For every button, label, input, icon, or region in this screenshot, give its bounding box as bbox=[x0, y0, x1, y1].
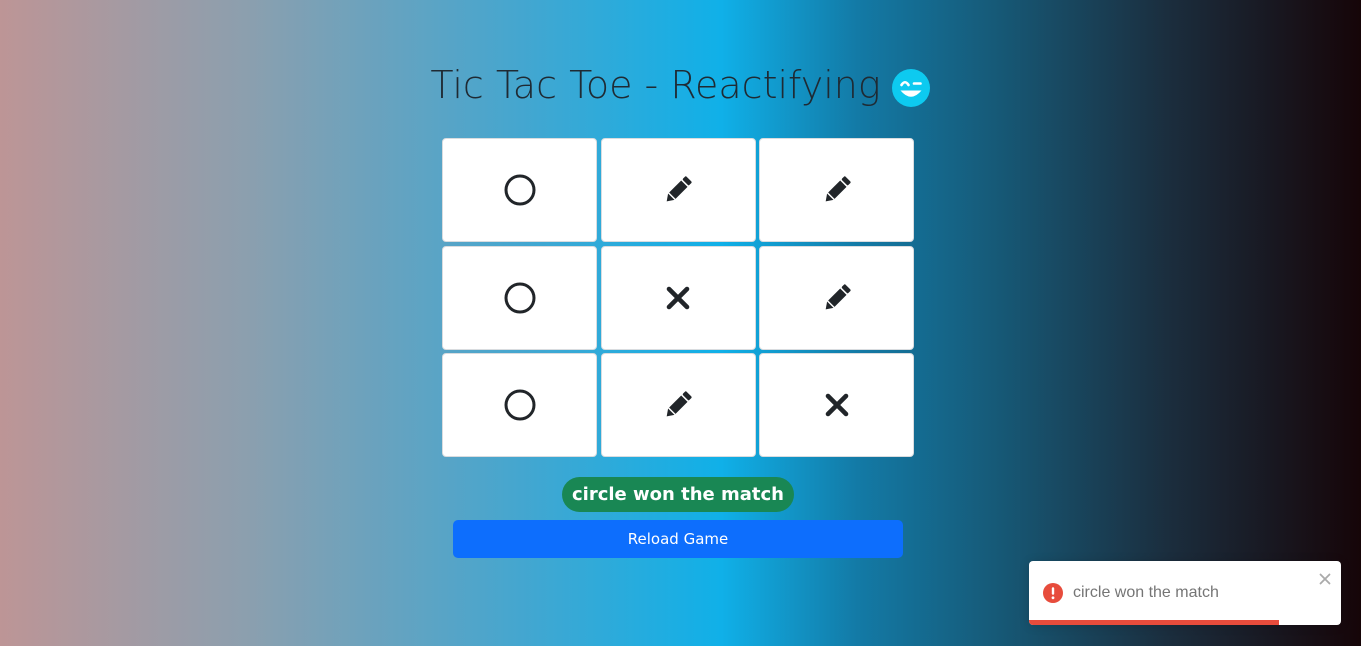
board-cell-r2-c2[interactable] bbox=[600, 245, 756, 350]
board-cell-r3-c1[interactable] bbox=[442, 353, 597, 457]
toast-message: circle won the match bbox=[1073, 584, 1219, 601]
board-cell-r3-c3[interactable] bbox=[759, 353, 914, 457]
toast-notification: circle won the match bbox=[1029, 561, 1341, 625]
toast-progress-bar bbox=[1029, 620, 1341, 625]
board-cell-r1-c2[interactable] bbox=[600, 138, 756, 242]
game-board bbox=[442, 138, 914, 457]
reload-game-button[interactable]: Reload Game bbox=[453, 520, 903, 558]
circle-icon bbox=[503, 173, 537, 207]
circle-icon bbox=[503, 281, 537, 315]
board-cell-r2-c1[interactable] bbox=[442, 245, 597, 350]
board-cell-r3-c2[interactable] bbox=[600, 353, 756, 457]
board-cell-r2-c3[interactable] bbox=[759, 245, 914, 350]
circle-icon bbox=[503, 388, 537, 422]
error-icon bbox=[1043, 583, 1063, 603]
toast-progress-fill bbox=[1029, 620, 1279, 625]
winking-face-icon bbox=[891, 68, 931, 117]
pencil-icon bbox=[820, 173, 854, 207]
pencil-icon bbox=[820, 281, 854, 315]
status-badge: circle won the match bbox=[562, 477, 794, 512]
pencil-icon bbox=[661, 388, 695, 422]
page-title-text: Tic Tac Toe - Reactifying bbox=[430, 63, 881, 108]
close-icon[interactable] bbox=[1318, 572, 1332, 586]
board-cell-r1-c3[interactable] bbox=[759, 138, 914, 242]
page-title: Tic Tac Toe - Reactifying bbox=[0, 63, 1361, 117]
cross-icon bbox=[665, 285, 691, 311]
cross-icon bbox=[824, 392, 850, 418]
pencil-icon bbox=[661, 173, 695, 207]
board-cell-r1-c1[interactable] bbox=[442, 138, 597, 242]
